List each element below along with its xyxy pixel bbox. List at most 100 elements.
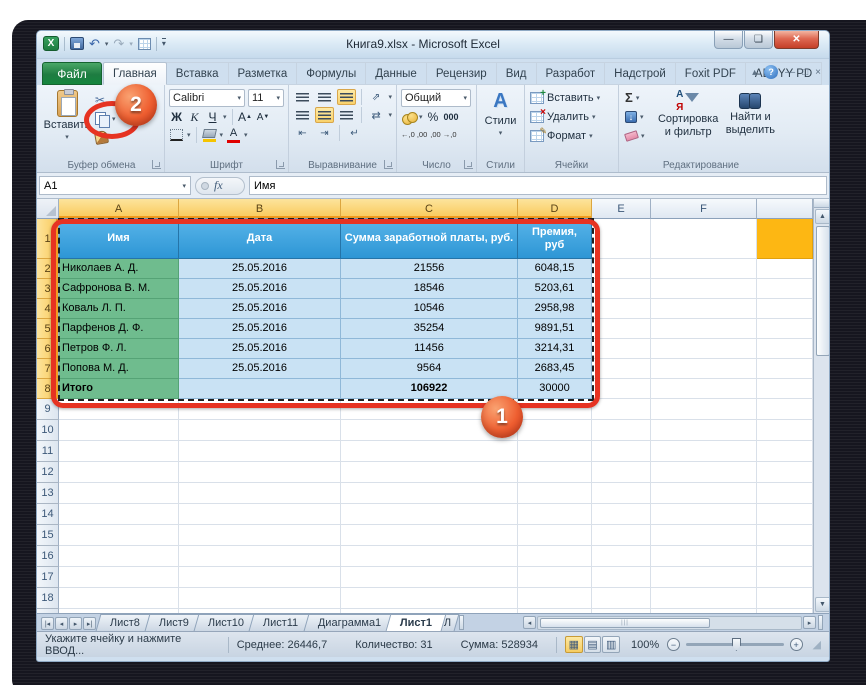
row-header-15[interactable]: 15 [37, 525, 59, 546]
merge-center-button[interactable]: ⇄ [367, 107, 386, 123]
dialog-launcher-icon[interactable] [384, 160, 393, 169]
ribbon-tab-Надстрой[interactable]: Надстрой [604, 62, 676, 85]
restore-button[interactable]: ❏ [744, 31, 773, 49]
cell[interactable] [592, 567, 651, 588]
cell[interactable] [341, 567, 518, 588]
cell[interactable] [592, 588, 651, 609]
cell[interactable] [757, 420, 813, 441]
align-left-button[interactable] [293, 107, 312, 123]
cell[interactable] [651, 299, 757, 319]
cell[interactable] [757, 588, 813, 609]
cell[interactable] [592, 379, 651, 399]
row-header-14[interactable]: 14 [37, 504, 59, 525]
cell[interactable] [341, 525, 518, 546]
autosum-button[interactable]: Σ ▾ [622, 88, 656, 107]
collapse-ribbon-icon[interactable]: ▴ [752, 67, 757, 78]
caret-down-icon[interactable]: ▾ [105, 40, 109, 48]
cell[interactable] [518, 441, 592, 462]
row-header-11[interactable]: 11 [37, 441, 59, 462]
format-cells-button[interactable]: Формат▾ [528, 126, 615, 145]
cell[interactable] [757, 399, 813, 420]
cell[interactable] [59, 504, 179, 525]
align-right-button[interactable] [337, 107, 356, 123]
cell[interactable] [341, 588, 518, 609]
sheet-tab-Диаграмма1[interactable]: Диаграмма1 [303, 614, 396, 631]
styles-button[interactable]: А Стили ▾ [480, 88, 521, 140]
ribbon-tab-Главная[interactable]: Главная [103, 62, 167, 85]
cell[interactable] [651, 441, 757, 462]
cell[interactable] [651, 546, 757, 567]
cell[interactable] [341, 441, 518, 462]
zoom-slider[interactable] [685, 638, 784, 651]
cell[interactable] [651, 339, 757, 359]
cell[interactable] [651, 588, 757, 609]
cell[interactable] [757, 339, 813, 359]
doc-close-icon[interactable]: × [815, 67, 821, 78]
cell[interactable] [651, 462, 757, 483]
cell[interactable] [59, 420, 179, 441]
align-top-button[interactable] [293, 89, 312, 105]
scroll-right-icon[interactable]: ▸ [803, 616, 816, 629]
redo-icon[interactable]: ↷ [113, 37, 124, 50]
cell[interactable] [757, 567, 813, 588]
formula-input[interactable]: Имя [249, 176, 827, 195]
insert-function-button[interactable]: fx [195, 176, 245, 195]
dialog-launcher-icon[interactable] [152, 160, 161, 169]
delete-cells-button[interactable]: Удалить▾ [528, 107, 615, 126]
cell[interactable] [757, 299, 813, 319]
row-header-17[interactable]: 17 [37, 567, 59, 588]
cell[interactable] [592, 279, 651, 299]
cell[interactable] [592, 483, 651, 504]
cell[interactable] [179, 483, 341, 504]
doc-minimize-icon[interactable]: — [785, 67, 795, 78]
scrollbar-split-handle[interactable] [814, 199, 829, 208]
wrap-text-button[interactable]: ↵ [345, 125, 364, 141]
horizontal-scroll-track[interactable]: ||| [537, 615, 802, 630]
prev-sheet-button[interactable]: ◂ [55, 617, 68, 630]
cell[interactable] [179, 420, 341, 441]
cell[interactable] [518, 567, 592, 588]
cell[interactable] [757, 319, 813, 339]
ribbon-tab-Формулы[interactable]: Формулы [296, 62, 367, 85]
font-size-combo[interactable]: 11 ▾ [248, 89, 284, 107]
row-header-12[interactable]: 12 [37, 462, 59, 483]
zoom-out-button[interactable]: − [667, 638, 680, 651]
cell[interactable] [651, 420, 757, 441]
cell[interactable] [179, 546, 341, 567]
dialog-launcher-icon[interactable] [276, 160, 285, 169]
page-layout-view-button[interactable]: ▤ [583, 636, 602, 653]
cell[interactable] [757, 546, 813, 567]
cell[interactable] [592, 525, 651, 546]
column-header-E[interactable]: E [592, 199, 651, 219]
cell[interactable] [592, 359, 651, 379]
cell[interactable] [518, 546, 592, 567]
cell[interactable] [592, 441, 651, 462]
cell[interactable] [651, 219, 757, 259]
ribbon-tab-Разметка[interactable]: Разметка [227, 62, 298, 85]
cell[interactable] [592, 504, 651, 525]
align-center-button[interactable] [314, 107, 334, 123]
cell[interactable] [518, 462, 592, 483]
cell[interactable] [651, 259, 757, 279]
cell[interactable] [179, 462, 341, 483]
find-select-button[interactable]: Найти и выделить [721, 88, 780, 145]
vertical-scrollbar[interactable]: ▲ ▼ [813, 199, 829, 613]
underline-button[interactable]: Ч [205, 109, 220, 125]
cell[interactable] [757, 504, 813, 525]
cell[interactable] [341, 546, 518, 567]
cell[interactable] [59, 546, 179, 567]
caret-down-icon[interactable]: ▾ [223, 113, 227, 121]
dialog-launcher-icon[interactable] [464, 160, 473, 169]
last-sheet-button[interactable]: ▸| [83, 617, 96, 630]
cell[interactable] [757, 379, 813, 399]
accounting-format-button[interactable] [401, 109, 418, 125]
cell[interactable] [651, 525, 757, 546]
number-format-combo[interactable]: Общий ▾ [401, 89, 471, 107]
cell[interactable] [592, 219, 651, 259]
normal-view-button[interactable]: ▦ [565, 636, 583, 653]
horizontal-scrollbar[interactable]: ◂ ||| ▸ [523, 615, 823, 630]
cell[interactable] [518, 420, 592, 441]
italic-button[interactable]: К [187, 109, 202, 125]
resize-grip-icon[interactable]: ◢ [813, 638, 821, 651]
cell[interactable] [341, 504, 518, 525]
